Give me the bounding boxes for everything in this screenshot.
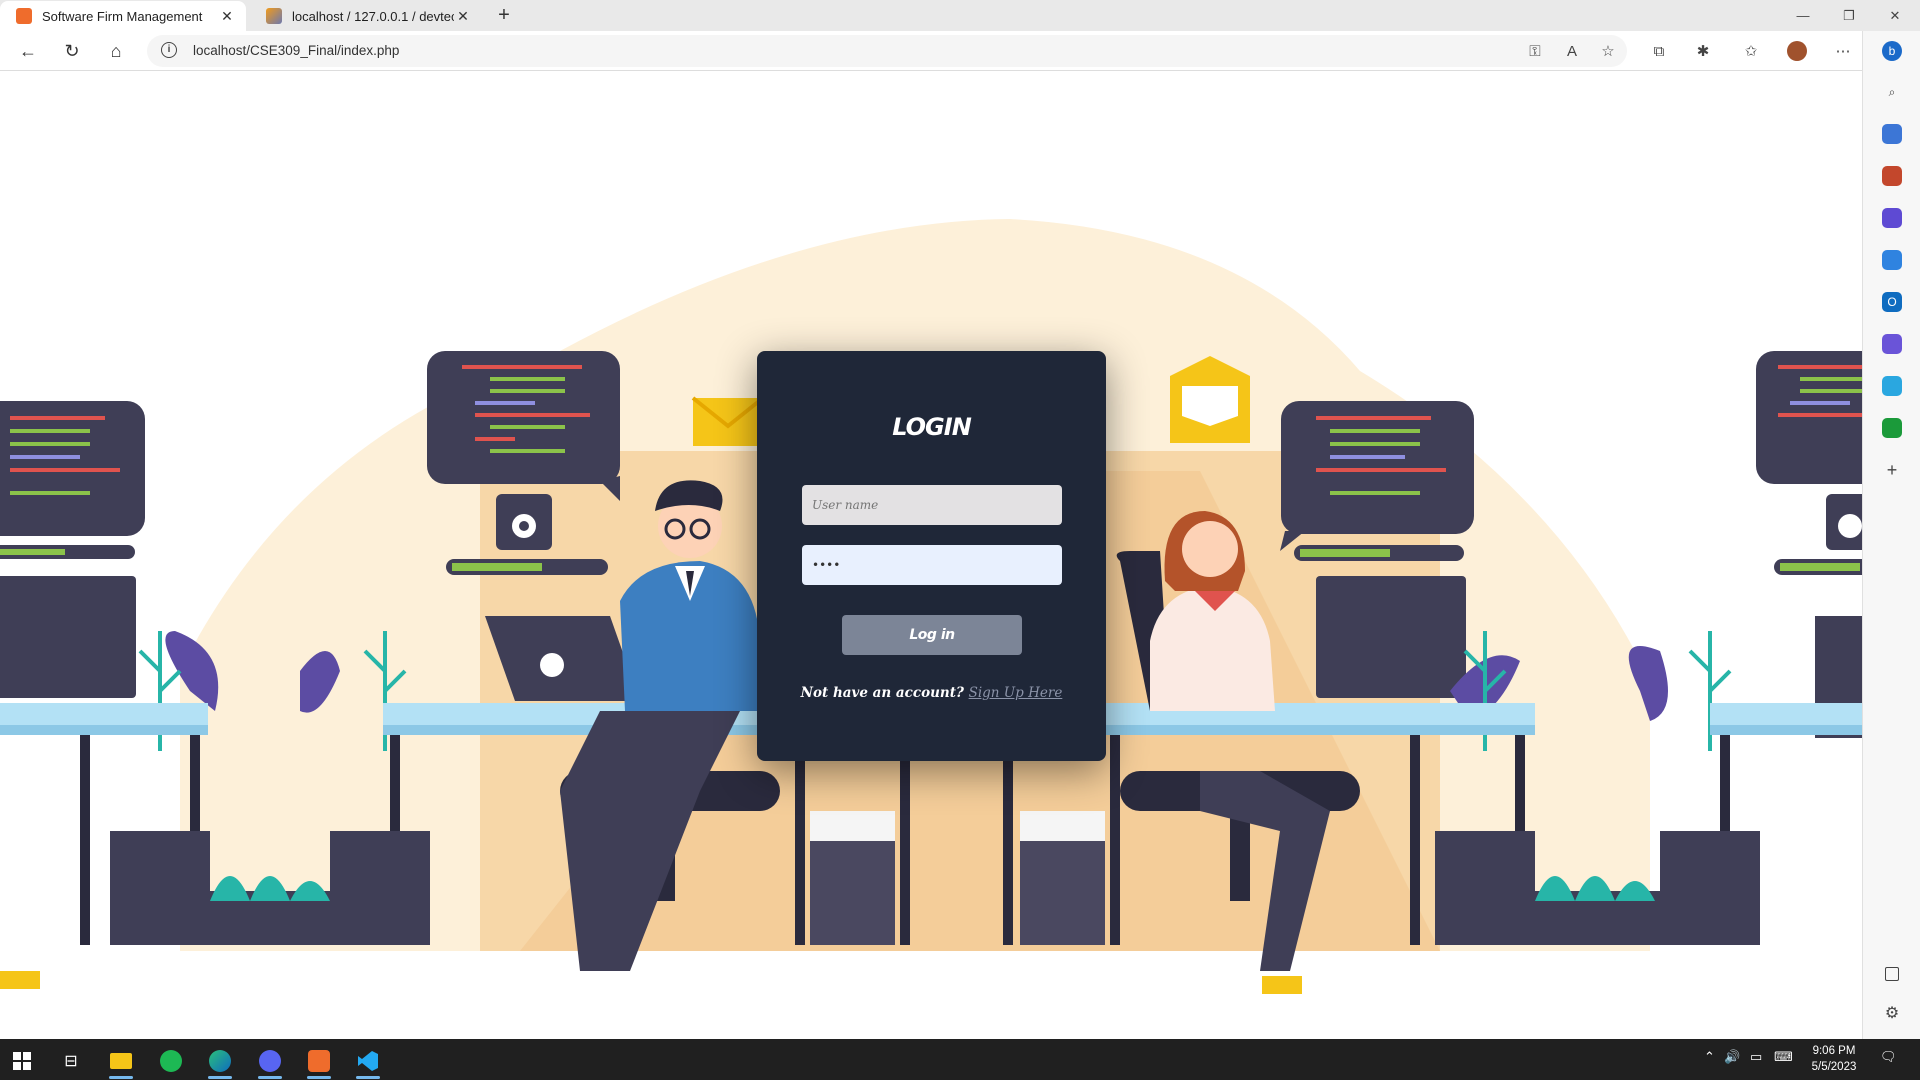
signup-prompt: Not have an account? Sign Up Here (757, 685, 1106, 701)
volume-icon[interactable]: 🔊 (1724, 1049, 1740, 1065)
read-aloud-icon[interactable]: A (1561, 40, 1583, 62)
login-card: LOGIN Log in Not have an account? Sign U… (757, 351, 1106, 761)
info-icon[interactable]: i (161, 42, 177, 58)
vscode-icon[interactable] (348, 1043, 388, 1079)
telegram-icon[interactable] (1882, 376, 1902, 396)
address-bar-row: ← ↻ ⌂ i localhost/CSE309_Final/index.php… (0, 31, 1920, 71)
designer-icon[interactable] (1882, 334, 1902, 354)
split-screen-icon[interactable]: ⧉ (1648, 40, 1670, 62)
shopping-icon[interactable] (1882, 124, 1902, 144)
tab-title: Software Firm Management (42, 8, 203, 24)
edge-icon[interactable] (200, 1043, 240, 1079)
xampp-icon (16, 8, 32, 24)
show-hidden-icons[interactable]: ⌃ (1704, 1049, 1715, 1065)
taskbar: ⊟ ⌃ 🔊 ▭ ⌨ 9:06 PM 5/5/2023 🗨 (0, 1039, 1920, 1080)
tab-software-firm-management[interactable]: Software Firm Management ✕ (0, 1, 246, 31)
tab-phpmyadmin[interactable]: localhost / 127.0.0.1 / devtech / t ✕ (250, 1, 482, 31)
add-sidebar-app-icon[interactable]: + (1882, 460, 1902, 480)
tree-icon[interactable] (1882, 418, 1902, 438)
discord-icon[interactable] (250, 1043, 290, 1079)
page-content: LOGIN Log in Not have an account? Sign U… (0, 71, 1862, 1039)
monitor-left (0, 576, 136, 698)
games-icon[interactable] (1882, 208, 1902, 228)
add-favorite-icon[interactable]: ☆ (1597, 40, 1619, 62)
microsoft-365-icon[interactable] (1882, 250, 1902, 270)
login-button[interactable]: Log in (842, 615, 1022, 655)
monitor-woman (1316, 576, 1466, 698)
file-explorer-icon[interactable] (101, 1043, 141, 1079)
keyboard-icon[interactable]: ⌨ (1774, 1049, 1793, 1065)
edge-sidebar: b ⌕ O + ⚙ (1862, 31, 1920, 1039)
close-tab-icon[interactable]: ✕ (218, 8, 236, 25)
tab-bar: Software Firm Management ✕ localhost / 1… (0, 0, 1920, 31)
back-button[interactable]: ← (14, 37, 42, 65)
windows-start-icon[interactable] (2, 1043, 42, 1079)
username-input[interactable] (802, 485, 1062, 525)
close-window-button[interactable]: ✕ (1872, 0, 1918, 31)
home-button[interactable]: ⌂ (102, 37, 130, 65)
hide-sidebar-icon[interactable] (1885, 967, 1899, 981)
signup-prompt-text: Not have an account? (800, 685, 964, 701)
tools-icon[interactable] (1882, 166, 1902, 186)
extensions-icon[interactable]: ✱ (1692, 40, 1714, 62)
search-icon[interactable]: ⌕ (1882, 82, 1902, 102)
network-icon[interactable]: ▭ (1750, 1049, 1762, 1065)
phpmyadmin-icon (266, 8, 282, 24)
password-key-icon[interactable]: ⚿ (1524, 40, 1546, 62)
notifications-icon[interactable]: 🗨 (1880, 1049, 1897, 1065)
task-view-icon[interactable]: ⊟ (51, 1043, 91, 1079)
url-text: localhost/CSE309_Final/index.php (193, 43, 400, 58)
password-input[interactable] (802, 545, 1062, 585)
restore-button[interactable]: ❐ (1826, 0, 1872, 31)
login-title: LOGIN (892, 413, 972, 441)
profile-avatar[interactable] (1786, 40, 1808, 62)
envelope-left (691, 396, 765, 446)
more-menu-icon[interactable]: ⋯ (1832, 40, 1854, 62)
new-tab-button[interactable]: + (492, 3, 516, 27)
outlook-icon[interactable]: O (1882, 292, 1902, 312)
system-clock[interactable]: 9:06 PM 5/5/2023 (1804, 1043, 1864, 1075)
spotify-icon[interactable] (151, 1043, 191, 1079)
minimize-button[interactable]: — (1780, 0, 1826, 31)
signup-link[interactable]: Sign Up Here (969, 685, 1063, 701)
clock-date: 5/5/2023 (1811, 1061, 1857, 1073)
tab-title: localhost / 127.0.0.1 / devtech / t (292, 8, 454, 24)
address-bar[interactable]: i localhost/CSE309_Final/index.php (147, 35, 1627, 67)
settings-icon[interactable]: ⚙ (1882, 1003, 1902, 1023)
code-bubble-right (1756, 351, 1862, 575)
clock-time: 9:06 PM (1812, 1045, 1856, 1057)
refresh-button[interactable]: ↻ (58, 37, 86, 65)
xampp-taskbar-icon[interactable] (299, 1043, 339, 1079)
favorites-icon[interactable]: ✩ (1740, 40, 1762, 62)
bing-chat-icon[interactable]: b (1882, 41, 1902, 61)
close-tab-icon[interactable]: ✕ (454, 8, 472, 25)
code-bubble-left (0, 401, 145, 559)
